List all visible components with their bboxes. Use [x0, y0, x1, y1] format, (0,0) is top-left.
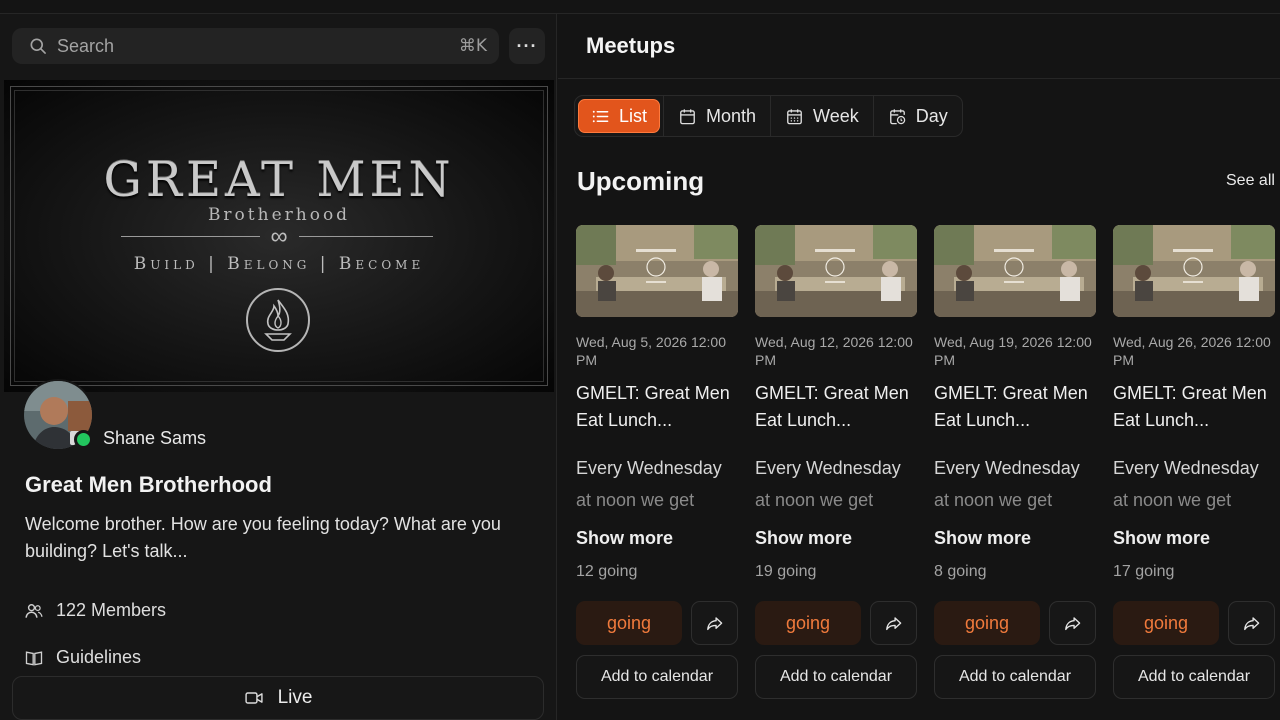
event-thumbnail[interactable] — [934, 225, 1096, 317]
show-more-button[interactable]: Show more — [576, 528, 673, 549]
guidelines-label: Guidelines — [56, 647, 142, 667]
share-forward-icon — [886, 616, 902, 630]
see-all-link[interactable]: See all — [1226, 172, 1275, 190]
tab-list-label: List — [619, 105, 648, 126]
event-description-faded: at noon we get — [755, 490, 874, 510]
event-thumbnail[interactable] — [1113, 225, 1275, 317]
tab-month-label: Month — [706, 105, 757, 126]
event-description: Every Wednesday — [576, 458, 722, 478]
search-shortcut: ⌘K — [458, 36, 487, 56]
banner-tagline: Build | Belong | Become — [133, 254, 425, 274]
event-photo — [755, 225, 917, 317]
group-banner: GREAT MEN Brotherhood ∞ Build | Belong |… — [4, 80, 554, 392]
add-to-calendar-button[interactable]: Add to calendar — [576, 655, 738, 699]
event-date: Wed, Aug 5, 2026 12:00 PM — [576, 334, 726, 368]
event-photo — [934, 225, 1096, 317]
event-thumbnail[interactable] — [755, 225, 917, 317]
attendee-count: 8 going — [934, 563, 987, 580]
event-date: Wed, Aug 19, 2026 12:00 PM — [934, 334, 1092, 368]
live-label: Live — [277, 687, 313, 708]
going-button[interactable]: going — [755, 601, 861, 645]
flame-emblem-icon — [246, 288, 310, 352]
meetups-panel: Meetups List Month Week Day Upcoming See… — [558, 14, 1280, 720]
banner-rule-left — [121, 236, 260, 237]
tab-day-label: Day — [915, 105, 948, 126]
infinity-icon: ∞ — [270, 223, 288, 250]
calendar-icon — [680, 108, 695, 124]
book-open-icon — [25, 650, 43, 665]
add-to-calendar-button[interactable]: Add to calendar — [755, 655, 917, 699]
event-title[interactable]: GMELT: Great Men Eat Lunch... — [1113, 380, 1280, 434]
event-date: Wed, Aug 12, 2026 12:00 PM — [755, 334, 913, 368]
show-more-button[interactable]: Show more — [1113, 528, 1210, 549]
banner-rule-right — [299, 236, 433, 237]
video-camera-icon — [244, 692, 263, 704]
list-icon — [592, 110, 609, 122]
add-to-calendar-button[interactable]: Add to calendar — [1113, 655, 1275, 699]
attendee-count: 12 going — [576, 563, 638, 580]
share-forward-icon — [707, 616, 723, 630]
event-description-faded: at noon we get — [576, 490, 695, 510]
tab-week[interactable]: Week — [770, 96, 873, 136]
share-button[interactable] — [1228, 601, 1275, 645]
group-title: Great Men Brotherhood — [25, 472, 272, 497]
going-button[interactable]: going — [934, 601, 1040, 645]
going-button[interactable]: going — [576, 601, 682, 645]
members-count: 122 Members — [56, 600, 167, 620]
search-input[interactable]: Search — [57, 36, 459, 57]
event-thumbnail[interactable] — [576, 225, 738, 317]
group-sidebar: Search ⌘K ··· GREAT MEN Brotherhood ∞ Bu… — [0, 14, 557, 720]
header-divider — [558, 78, 1280, 79]
share-forward-icon — [1244, 616, 1260, 630]
event-photo — [1113, 225, 1275, 317]
show-more-button[interactable]: Show more — [934, 528, 1031, 549]
share-button[interactable] — [1049, 601, 1096, 645]
event-description: Every Wednesday — [934, 458, 1080, 478]
page-title: Meetups — [586, 33, 676, 58]
event-title[interactable]: GMELT: Great Men Eat Lunch... — [934, 380, 1104, 434]
tab-day[interactable]: Day — [872, 96, 962, 136]
show-more-button[interactable]: Show more — [755, 528, 852, 549]
search-bar[interactable]: Search ⌘K — [12, 28, 499, 64]
more-options-button[interactable]: ··· — [509, 28, 545, 64]
tab-week-label: Week — [813, 105, 859, 126]
event-description-faded: at noon we get — [934, 490, 1053, 510]
event-description: Every Wednesday — [755, 458, 901, 478]
members-link[interactable]: 122 Members — [24, 600, 166, 621]
add-to-calendar-button[interactable]: Add to calendar — [934, 655, 1096, 699]
event-description: Every Wednesday — [1113, 458, 1259, 478]
users-icon — [25, 603, 43, 618]
share-button[interactable] — [691, 601, 738, 645]
banner-subtitle: Brotherhood — [207, 205, 351, 225]
share-button[interactable] — [870, 601, 917, 645]
section-title-upcoming: Upcoming — [577, 166, 705, 196]
event-title[interactable]: GMELT: Great Men Eat Lunch... — [755, 380, 925, 434]
calendar-grid-icon — [787, 108, 802, 124]
group-description: Welcome brother. How are you feeling tod… — [25, 514, 501, 561]
search-icon — [30, 38, 46, 54]
event-title[interactable]: GMELT: Great Men Eat Lunch... — [576, 380, 746, 434]
guidelines-link[interactable]: Guidelines — [24, 647, 141, 668]
top-bar — [0, 0, 1280, 14]
event-date: Wed, Aug 26, 2026 12:00 PM — [1113, 334, 1271, 368]
online-status-indicator — [74, 430, 93, 449]
live-button[interactable]: Live — [12, 676, 544, 720]
tab-month[interactable]: Month — [663, 96, 770, 136]
share-forward-icon — [1065, 616, 1081, 630]
attendee-count: 17 going — [1113, 563, 1175, 580]
event-description-faded: at noon we get — [1113, 490, 1232, 510]
banner-title: GREAT MEN — [103, 152, 455, 208]
tab-list[interactable]: List — [578, 99, 661, 133]
view-switcher: List Month Week Day — [574, 95, 963, 137]
owner-name[interactable]: Shane Sams — [103, 428, 206, 449]
attendee-count: 19 going — [755, 563, 817, 580]
calendar-clock-icon — [889, 108, 905, 124]
going-button[interactable]: going — [1113, 601, 1219, 645]
event-photo — [576, 225, 738, 317]
